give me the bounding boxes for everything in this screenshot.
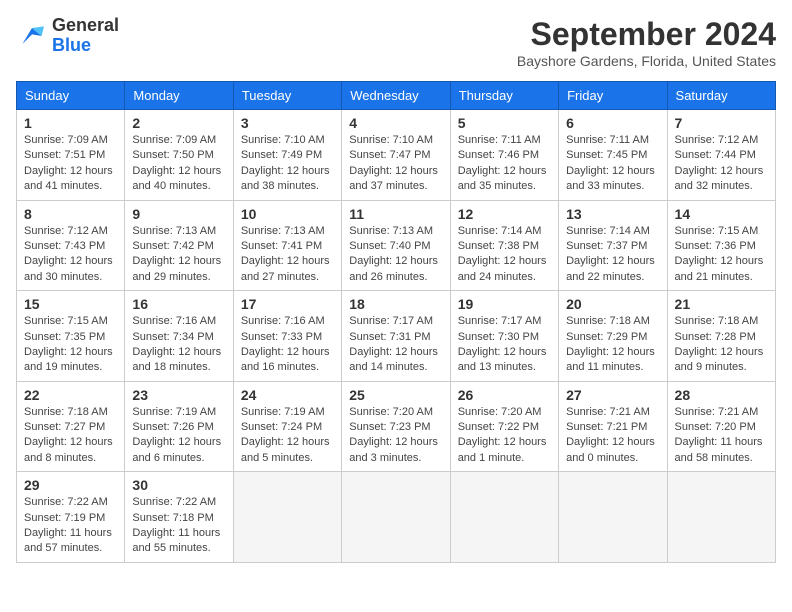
header-saturday: Saturday	[667, 82, 775, 110]
day-cell-16: 16 Sunrise: 7:16 AMSunset: 7:34 PMDaylig…	[125, 291, 233, 382]
table-row: 29 Sunrise: 7:22 AMSunset: 7:19 PMDaylig…	[17, 472, 776, 563]
header-wednesday: Wednesday	[342, 82, 450, 110]
logo: GeneralBlue	[16, 16, 119, 56]
table-row: 8 Sunrise: 7:12 AMSunset: 7:43 PMDayligh…	[17, 200, 776, 291]
day-cell-15: 15 Sunrise: 7:15 AMSunset: 7:35 PMDaylig…	[17, 291, 125, 382]
day-cell-23: 23 Sunrise: 7:19 AMSunset: 7:26 PMDaylig…	[125, 381, 233, 472]
day-cell-4: 4 Sunrise: 7:10 AMSunset: 7:47 PMDayligh…	[342, 110, 450, 201]
day-cell-18: 18 Sunrise: 7:17 AMSunset: 7:31 PMDaylig…	[342, 291, 450, 382]
day-cell-empty-4	[559, 472, 667, 563]
header-tuesday: Tuesday	[233, 82, 341, 110]
day-cell-3: 3 Sunrise: 7:10 AMSunset: 7:49 PMDayligh…	[233, 110, 341, 201]
header-monday: Monday	[125, 82, 233, 110]
day-cell-14: 14 Sunrise: 7:15 AMSunset: 7:36 PMDaylig…	[667, 200, 775, 291]
title-block: September 2024 Bayshore Gardens, Florida…	[517, 16, 776, 69]
day-cell-21: 21 Sunrise: 7:18 AMSunset: 7:28 PMDaylig…	[667, 291, 775, 382]
day-cell-12: 12 Sunrise: 7:14 AMSunset: 7:38 PMDaylig…	[450, 200, 558, 291]
location: Bayshore Gardens, Florida, United States	[517, 53, 776, 69]
day-cell-11: 11 Sunrise: 7:13 AMSunset: 7:40 PMDaylig…	[342, 200, 450, 291]
month-title: September 2024	[517, 16, 776, 53]
day-cell-22: 22 Sunrise: 7:18 AMSunset: 7:27 PMDaylig…	[17, 381, 125, 472]
day-cell-empty-5	[667, 472, 775, 563]
day-cell-25: 25 Sunrise: 7:20 AMSunset: 7:23 PMDaylig…	[342, 381, 450, 472]
logo-icon	[16, 20, 48, 52]
day-cell-6: 6 Sunrise: 7:11 AMSunset: 7:45 PMDayligh…	[559, 110, 667, 201]
day-cell-30: 30 Sunrise: 7:22 AMSunset: 7:18 PMDaylig…	[125, 472, 233, 563]
day-cell-empty-3	[450, 472, 558, 563]
table-row: 15 Sunrise: 7:15 AMSunset: 7:35 PMDaylig…	[17, 291, 776, 382]
header-friday: Friday	[559, 82, 667, 110]
page-header: GeneralBlue September 2024 Bayshore Gard…	[16, 16, 776, 69]
day-cell-29: 29 Sunrise: 7:22 AMSunset: 7:19 PMDaylig…	[17, 472, 125, 563]
day-cell-10: 10 Sunrise: 7:13 AMSunset: 7:41 PMDaylig…	[233, 200, 341, 291]
day-cell-empty-2	[342, 472, 450, 563]
table-row: 22 Sunrise: 7:18 AMSunset: 7:27 PMDaylig…	[17, 381, 776, 472]
header-sunday: Sunday	[17, 82, 125, 110]
table-row: 1 Sunrise: 7:09 AMSunset: 7:51 PMDayligh…	[17, 110, 776, 201]
header-thursday: Thursday	[450, 82, 558, 110]
day-cell-7: 7 Sunrise: 7:12 AMSunset: 7:44 PMDayligh…	[667, 110, 775, 201]
logo-blue: Blue	[52, 35, 91, 55]
logo-text: GeneralBlue	[52, 16, 119, 56]
day-cell-19: 19 Sunrise: 7:17 AMSunset: 7:30 PMDaylig…	[450, 291, 558, 382]
day-cell-24: 24 Sunrise: 7:19 AMSunset: 7:24 PMDaylig…	[233, 381, 341, 472]
day-cell-13: 13 Sunrise: 7:14 AMSunset: 7:37 PMDaylig…	[559, 200, 667, 291]
day-cell-9: 9 Sunrise: 7:13 AMSunset: 7:42 PMDayligh…	[125, 200, 233, 291]
weekday-header-row: Sunday Monday Tuesday Wednesday Thursday…	[17, 82, 776, 110]
day-cell-2: 2 Sunrise: 7:09 AMSunset: 7:50 PMDayligh…	[125, 110, 233, 201]
day-cell-empty-1	[233, 472, 341, 563]
day-cell-20: 20 Sunrise: 7:18 AMSunset: 7:29 PMDaylig…	[559, 291, 667, 382]
day-cell-27: 27 Sunrise: 7:21 AMSunset: 7:21 PMDaylig…	[559, 381, 667, 472]
calendar-table: Sunday Monday Tuesday Wednesday Thursday…	[16, 81, 776, 563]
day-cell-17: 17 Sunrise: 7:16 AMSunset: 7:33 PMDaylig…	[233, 291, 341, 382]
day-cell-5: 5 Sunrise: 7:11 AMSunset: 7:46 PMDayligh…	[450, 110, 558, 201]
day-cell-28: 28 Sunrise: 7:21 AMSunset: 7:20 PMDaylig…	[667, 381, 775, 472]
day-cell-8: 8 Sunrise: 7:12 AMSunset: 7:43 PMDayligh…	[17, 200, 125, 291]
day-cell-1: 1 Sunrise: 7:09 AMSunset: 7:51 PMDayligh…	[17, 110, 125, 201]
day-cell-26: 26 Sunrise: 7:20 AMSunset: 7:22 PMDaylig…	[450, 381, 558, 472]
